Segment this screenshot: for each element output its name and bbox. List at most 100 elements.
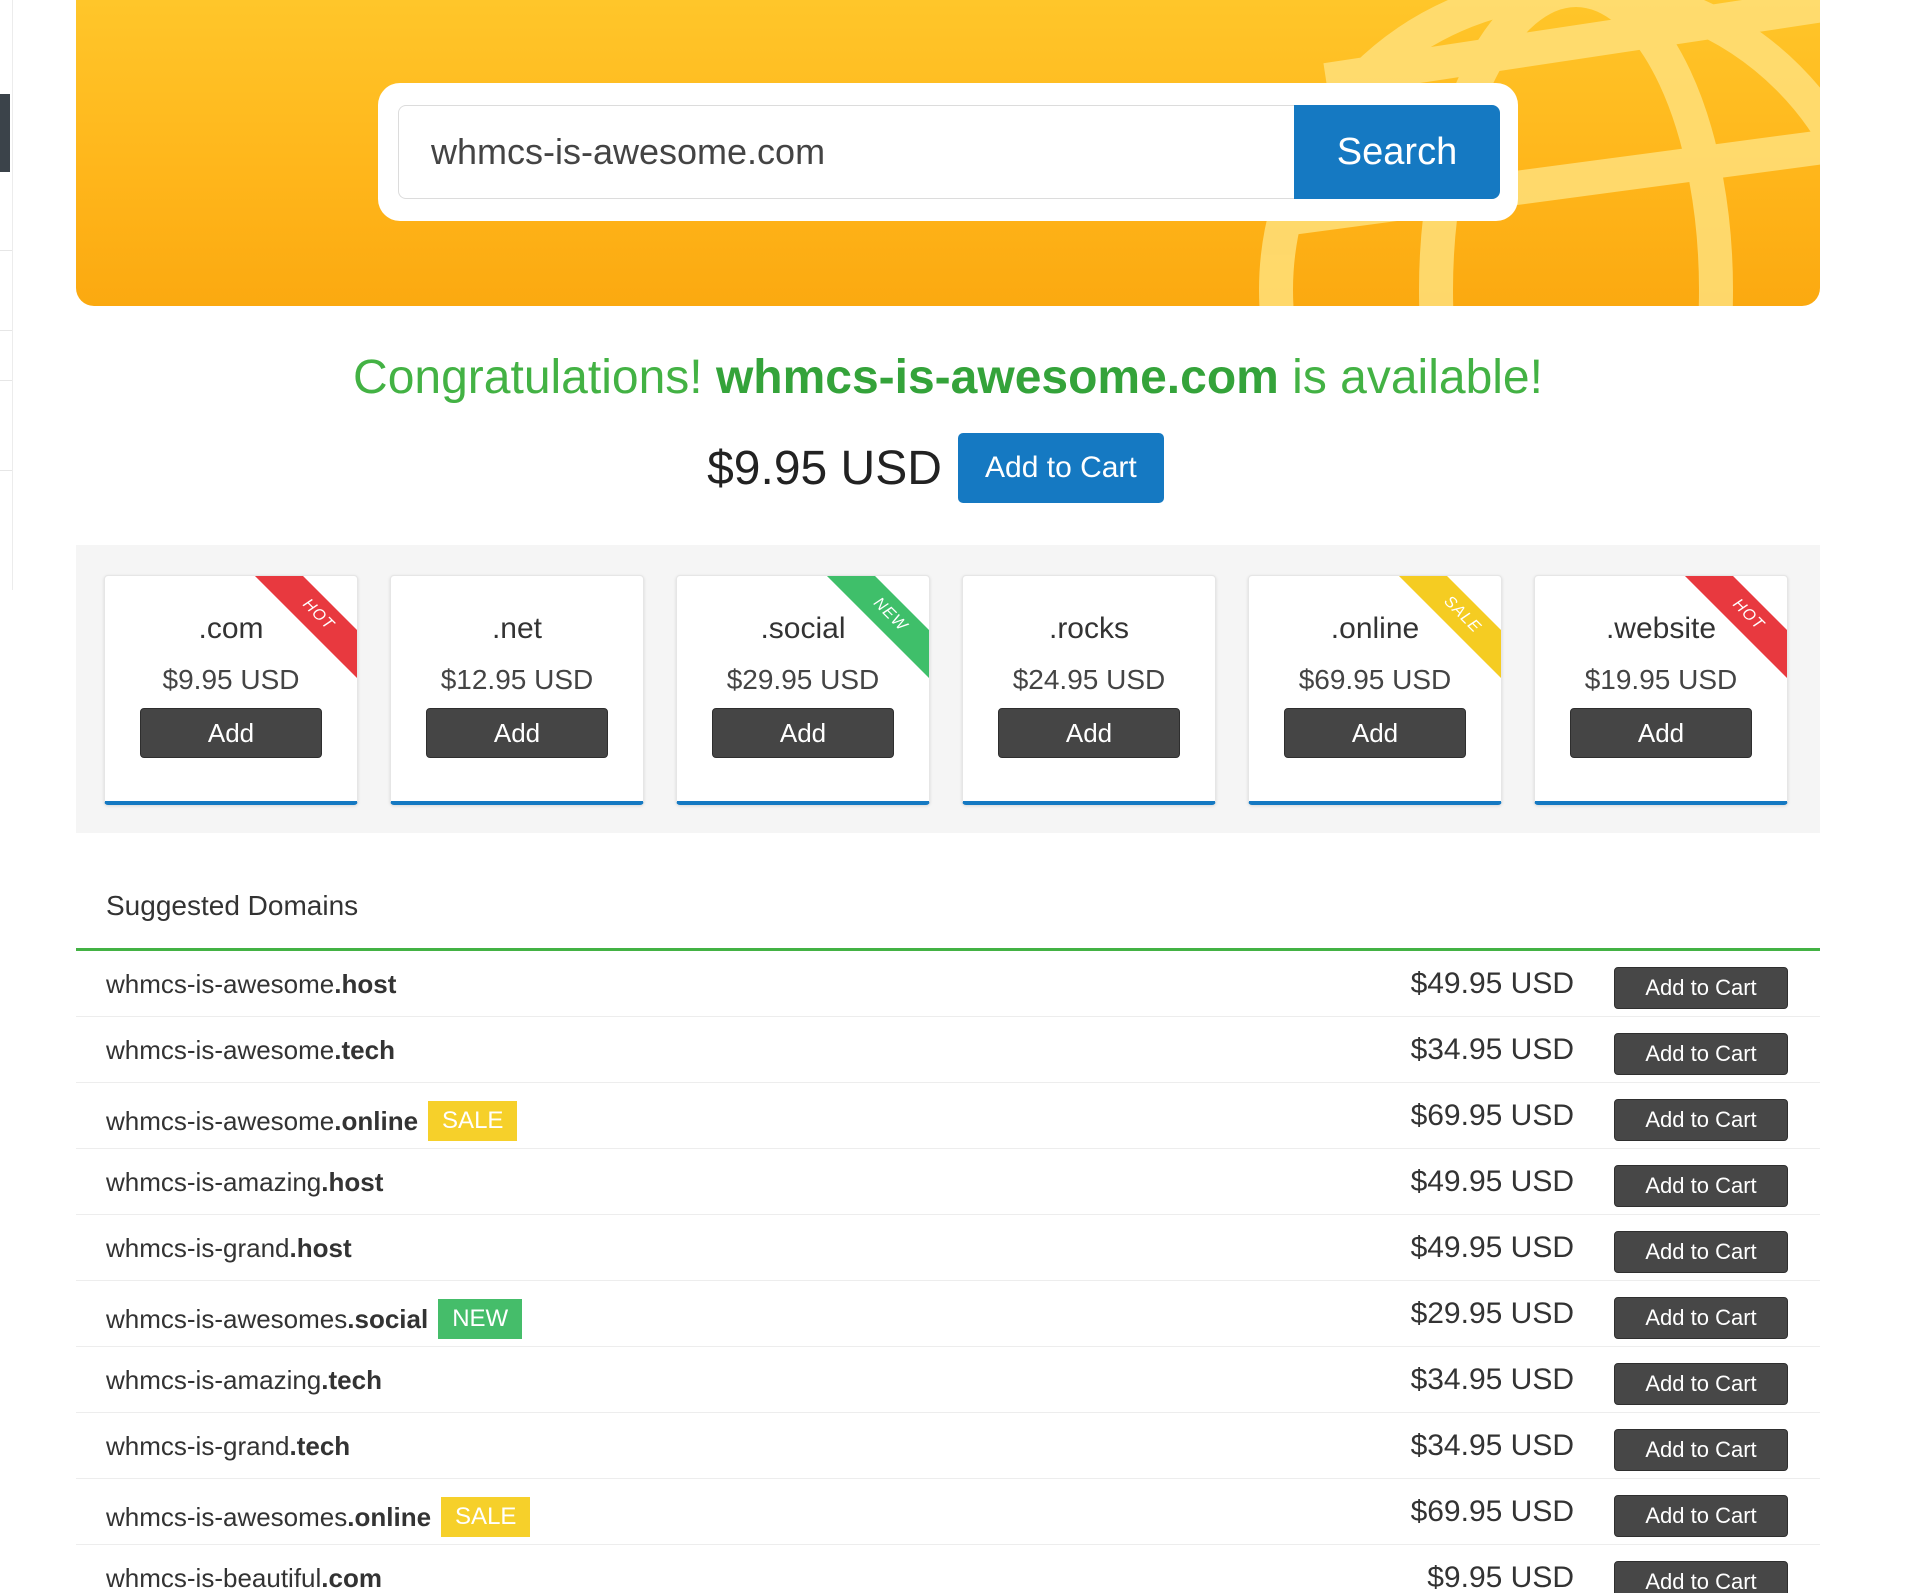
domain-tld: .com — [321, 1563, 382, 1593]
tld-name: .online — [1330, 612, 1420, 645]
domain-tld: .online — [347, 1501, 432, 1532]
list-item: whmcs-is-grand .host $49.95 USD Add to Ca… — [76, 1215, 1820, 1281]
suggested-domain-name: whmcs-is-awesome .online SALE — [106, 1101, 518, 1141]
list-item: whmcs-is-awesome .tech $34.95 USD Add to … — [76, 1017, 1820, 1083]
list-item: whmcs-is-awesome .host $49.95 USD Add to … — [76, 951, 1820, 1017]
sidebar-divider — [0, 380, 12, 381]
tld-card: .rocks $24.95 USD Add — [962, 575, 1216, 805]
tld-price: $24.95 USD — [1012, 664, 1166, 695]
domain-tld: .social — [347, 1303, 429, 1334]
sale-badge: SALE — [428, 1101, 518, 1141]
list-item: whmcs-is-amazing .host $49.95 USD Add to … — [76, 1149, 1820, 1215]
sale-badge: SALE — [441, 1497, 531, 1537]
sidebar-divider — [0, 330, 12, 331]
availability-prefix: Congratulations! — [353, 351, 716, 404]
tld-price: $9.95 USD — [162, 664, 300, 695]
tld-card: HOT .com $9.95 USD Add — [104, 575, 358, 805]
suggested-domain-price: $34.95 USD — [1410, 1033, 1574, 1066]
tld-name: .net — [491, 612, 543, 645]
sidebar-active-item[interactable] — [0, 94, 10, 172]
add-to-cart-button[interactable]: Add to Cart — [1614, 1099, 1788, 1141]
tld-price: $19.95 USD — [1584, 664, 1738, 695]
suggested-domains-title: Suggested Domains — [106, 890, 359, 921]
add-to-cart-button[interactable]: Add to Cart — [1614, 1297, 1788, 1339]
domain-sld: whmcs-is-beautiful — [106, 1563, 322, 1593]
suggested-domain-price: $49.95 USD — [1410, 967, 1574, 1000]
add-to-cart-button[interactable]: Add to Cart — [957, 433, 1164, 503]
domain-tld: .tech — [321, 1365, 382, 1395]
tld-price: $69.95 USD — [1298, 664, 1452, 695]
suggested-domain-price: $49.95 USD — [1410, 1231, 1574, 1264]
tld-add-button[interactable]: Add — [712, 708, 894, 758]
add-to-cart-button[interactable]: Add to Cart — [1614, 1363, 1788, 1405]
tld-card: NEW .social $29.95 USD Add — [676, 575, 930, 805]
tld-add-button[interactable]: Add — [1284, 708, 1466, 758]
add-to-cart-button[interactable]: Add to Cart — [1614, 1495, 1788, 1537]
tld-card: HOT .website $19.95 USD Add — [1534, 575, 1788, 805]
list-item: whmcs-is-grand .tech $34.95 USD Add to Ca… — [76, 1413, 1820, 1479]
add-to-cart-button[interactable]: Add to Cart — [1614, 967, 1788, 1009]
add-to-cart-button[interactable]: Add to Cart — [1614, 1429, 1788, 1471]
suggested-domain-name: whmcs-is-grand .host — [106, 1233, 352, 1264]
suggested-domain-name: whmcs-is-beautiful .com — [106, 1563, 382, 1593]
suggested-domain-name: whmcs-is-awesomes .online SALE — [106, 1497, 531, 1537]
domain-tld: .tech — [289, 1431, 351, 1461]
result-price-line: $9.95 USD Add to Cart — [0, 433, 1911, 503]
domain-tld: .online — [334, 1105, 419, 1136]
suggested-domain-price: $69.95 USD — [1410, 1099, 1574, 1132]
list-item: whmcs-is-awesomes .online SALE $69.95 USD … — [76, 1479, 1820, 1545]
tld-name: .rocks — [1048, 612, 1129, 645]
list-item: whmcs-is-awesomes .social NEW $29.95 USD A… — [76, 1281, 1820, 1347]
list-item: whmcs-is-awesome .online SALE $69.95 USD A… — [76, 1083, 1820, 1149]
tld-add-button[interactable]: Add — [140, 708, 322, 758]
suggested-domains-list: whmcs-is-awesome .host $49.95 USD Add to … — [76, 951, 1820, 1593]
domain-sld: whmcs-is-grand — [106, 1431, 290, 1461]
suggested-domain-price: $9.95 USD — [1427, 1561, 1574, 1593]
domain-sld: whmcs-is-awesome — [106, 1105, 335, 1136]
tld-spotlight-panel: HOT .com $9.95 USD Add .net $12.95 USD A… — [76, 545, 1820, 833]
suggested-domain-price: $49.95 USD — [1410, 1165, 1574, 1198]
suggested-domain-price: $34.95 USD — [1410, 1429, 1574, 1462]
tld-card: SALE .online $69.95 USD Add — [1248, 575, 1502, 805]
suggested-domain-name: whmcs-is-amazing .host — [106, 1167, 383, 1198]
domain-search-input[interactable] — [398, 105, 1294, 199]
add-to-cart-button[interactable]: Add to Cart — [1614, 1231, 1788, 1273]
domain-sld: whmcs-is-awesome — [106, 1035, 335, 1065]
tld-add-button[interactable]: Add — [426, 708, 608, 758]
tld-add-button[interactable]: Add — [1570, 708, 1752, 758]
search-box: Search — [378, 83, 1518, 221]
availability-message: Congratulations! whmcs-is-awesome.com is… — [76, 350, 1820, 405]
available-domain: whmcs-is-awesome.com — [715, 351, 1279, 404]
add-to-cart-button[interactable]: Add to Cart — [1614, 1165, 1788, 1207]
tld-add-button[interactable]: Add — [998, 708, 1180, 758]
domain-sld: whmcs-is-awesome — [106, 969, 335, 999]
tld-card: .net $12.95 USD Add — [390, 575, 644, 805]
tld-price: $29.95 USD — [726, 664, 880, 695]
tld-name: .social — [760, 612, 846, 645]
suggested-domain-name: whmcs-is-grand .tech — [106, 1431, 350, 1462]
suggested-domain-name: whmcs-is-amazing .tech — [106, 1365, 382, 1396]
add-to-cart-button[interactable]: Add to Cart — [1614, 1561, 1788, 1593]
new-badge: NEW — [438, 1299, 523, 1339]
suggested-domain-name: whmcs-is-awesomes .social NEW — [106, 1299, 523, 1339]
availability-suffix: is available! — [1278, 351, 1543, 404]
domain-tld: .host — [334, 969, 397, 999]
suggested-domain-name: whmcs-is-awesome .host — [106, 969, 396, 1000]
tld-price: $12.95 USD — [440, 664, 594, 695]
domain-sld: whmcs-is-grand — [106, 1233, 290, 1263]
add-to-cart-button[interactable]: Add to Cart — [1614, 1033, 1788, 1075]
suggested-domain-price: $34.95 USD — [1410, 1363, 1574, 1396]
tld-name: .website — [1605, 612, 1717, 645]
domain-sld: whmcs-is-amazing — [106, 1365, 322, 1395]
domain-tld: .tech — [334, 1035, 395, 1065]
domain-tld: .host — [289, 1233, 352, 1263]
domain-price: $9.95 USD — [707, 441, 942, 495]
domain-tld: .host — [321, 1167, 384, 1197]
search-button[interactable]: Search — [1294, 105, 1500, 199]
domain-sld: whmcs-is-awesomes — [106, 1303, 348, 1334]
domain-search-banner: Search — [76, 0, 1820, 306]
tld-name: .com — [198, 612, 264, 645]
suggested-domain-price: $29.95 USD — [1410, 1297, 1574, 1330]
domain-sld: whmcs-is-amazing — [106, 1167, 322, 1197]
suggested-domain-name: whmcs-is-awesome .tech — [106, 1035, 395, 1066]
